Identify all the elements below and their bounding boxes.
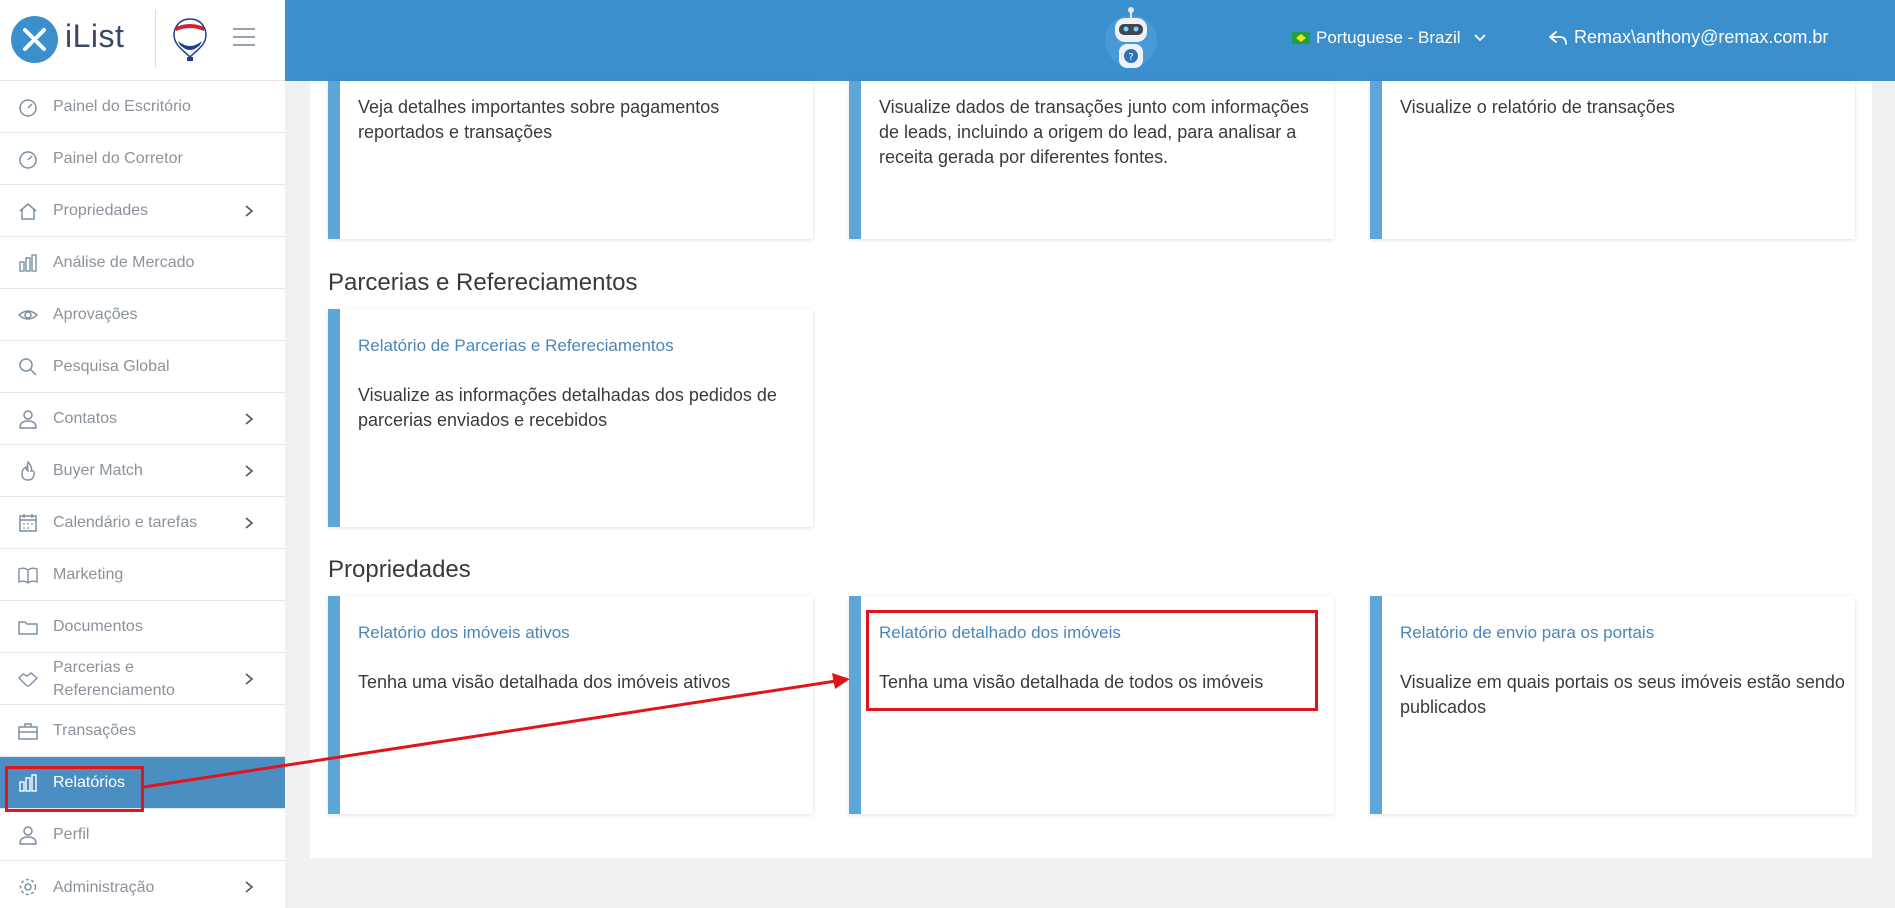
sidebar-item-label: Calendário e tarefas [53, 514, 198, 531]
svg-text:?: ? [1128, 52, 1133, 63]
dashboard-gauge-icon [19, 150, 37, 169]
ilist-logo-icon[interactable] [11, 16, 58, 63]
logo-divider [155, 10, 156, 68]
sidebar-item-analise-mercado[interactable]: Análise de Mercado [0, 237, 285, 289]
calendar-icon [19, 513, 37, 532]
gear-icon [19, 878, 37, 896]
chevron-right-icon [245, 204, 254, 217]
card-description: Visualize o relatório de transações [1400, 97, 1675, 117]
sidebar-item-aprovacoes[interactable]: Aprovações [0, 289, 285, 341]
sidebar-item-label: Painel do Escritório [53, 98, 191, 115]
sidebar-item-label: Pesquisa Global [53, 358, 170, 375]
chevron-right-icon [245, 464, 254, 477]
sidebar-item-transacoes[interactable]: Transações [0, 705, 285, 757]
bar-chart-icon [19, 253, 37, 272]
sidebar-item-label: Contatos [53, 410, 118, 427]
card-title-link[interactable]: Relatório de Parcerias e Refereciamentos [358, 336, 674, 356]
top-header: iList ? Portuguese - Brazil Remax\anthon… [0, 0, 1895, 81]
sidebar-item-marketing[interactable]: Marketing [0, 549, 285, 601]
sidebar-item-pesquisa-global[interactable]: Pesquisa Global [0, 341, 285, 393]
sidebar-item-painel-escritorio[interactable]: Painel do Escritório [0, 81, 285, 133]
sidebar-item-label: Perfil [53, 826, 90, 843]
highlight-box-card [866, 610, 1318, 711]
remax-balloon-logo [172, 17, 208, 63]
report-card[interactable]: Relatório de envio para os portais Visua… [1370, 596, 1855, 814]
report-card[interactable]: Relatório dos imóveis ativos Tenha uma v… [328, 596, 813, 814]
sidebar-item-parcerias[interactable]: Parcerias e Referenciamento [0, 653, 285, 705]
chevron-down-icon [1473, 34, 1486, 42]
highlight-box-nav [5, 766, 144, 812]
logo-text: iList [65, 18, 125, 54]
report-card[interactable]: Visualize dados de transações junto com … [849, 81, 1334, 239]
section-title-parcerias: Parcerias e Refereciamentos [328, 269, 638, 296]
card-description: Veja detalhes importantes sobre pagament… [358, 97, 720, 142]
language-label: Portuguese - Brazil [1316, 28, 1461, 47]
user-label: Remax\anthony@remax.com.br [1574, 27, 1829, 47]
sidebar-item-calendario[interactable]: Calendário e tarefas [0, 497, 285, 549]
open-book-icon [18, 567, 38, 584]
dashboard-gauge-icon [19, 98, 37, 117]
section-title-propriedades: Propriedades [328, 556, 471, 583]
sidebar-item-label: Transações [53, 722, 136, 739]
sidebar-item-painel-corretor[interactable]: Painel do Corretor [0, 133, 285, 185]
user-menu[interactable]: Remax\anthony@remax.com.br [1548, 27, 1828, 48]
menu-toggle-icon[interactable] [233, 28, 255, 46]
sidebar-item-label: Análise de Mercado [53, 254, 195, 271]
sidebar-item-label: Aprovações [53, 306, 138, 323]
sidebar-item-label: Marketing [53, 566, 124, 583]
card-description: Visualize dados de transações junto com … [879, 97, 1309, 167]
folder-icon [18, 620, 38, 635]
logo-area: iList [0, 0, 285, 81]
flame-icon [21, 459, 35, 481]
report-card[interactable]: Relatório de Parcerias e Refereciamentos… [328, 309, 813, 527]
home-icon [19, 202, 37, 220]
brazil-flag-icon [1292, 32, 1310, 44]
robot-assistant-icon[interactable]: ? [1105, 6, 1157, 76]
sidebar-item-label: Buyer Match [53, 462, 143, 479]
card-description: Tenha uma visão detalhada dos imóveis at… [358, 672, 731, 692]
user-profile-icon [19, 825, 37, 845]
card-description: Visualize em quais portais os seus imóve… [1400, 672, 1845, 717]
card-description: Visualize as informações detalhadas dos … [358, 385, 777, 430]
report-card[interactable]: Veja detalhes importantes sobre pagament… [328, 81, 813, 239]
handshake-icon [18, 671, 39, 687]
contacts-person-icon [19, 409, 37, 429]
sidebar-item-buyer-match[interactable]: Buyer Match [0, 445, 285, 497]
search-icon [19, 357, 37, 376]
chevron-right-icon [245, 516, 254, 529]
sidebar-item-label: Documentos [53, 618, 143, 635]
chevron-right-icon [245, 881, 254, 893]
briefcase-icon [18, 722, 38, 740]
sidebar-item-propriedades[interactable]: Propriedades [0, 185, 285, 237]
eye-icon [17, 309, 39, 320]
sidebar-item-documentos[interactable]: Documentos [0, 601, 285, 653]
report-card[interactable]: Visualize o relatório de transações [1370, 81, 1855, 239]
sidebar-item-administracao[interactable]: Administração [0, 861, 285, 908]
sidebar-item-perfil[interactable]: Perfil [0, 809, 285, 861]
sidebar-item-contatos[interactable]: Contatos [0, 393, 285, 445]
sidebar-item-label: Propriedades [53, 202, 149, 219]
chevron-right-icon [245, 672, 254, 685]
card-title-link[interactable]: Relatório de envio para os portais [1400, 623, 1654, 643]
sidebar-item-label: Administração [53, 878, 155, 896]
card-title-link[interactable]: Relatório dos imóveis ativos [358, 623, 570, 643]
language-selector[interactable]: Portuguese - Brazil [1292, 28, 1487, 48]
sidebar-item-label: Parcerias e Referenciamento [53, 658, 175, 699]
reply-arrow-icon [1549, 30, 1567, 45]
chevron-right-icon [245, 412, 254, 425]
sidebar-item-label: Painel do Corretor [53, 150, 183, 167]
